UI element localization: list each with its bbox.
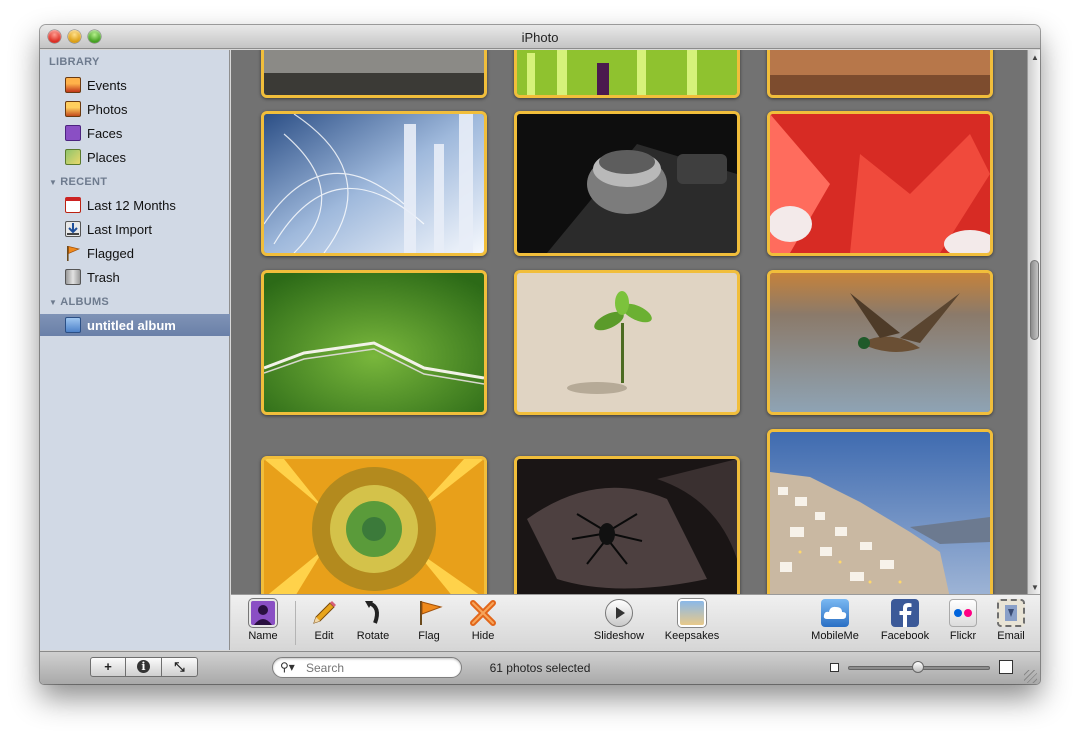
- photo-thumbnail[interactable]: [767, 270, 993, 415]
- photos-icon: [65, 101, 81, 117]
- name-button[interactable]: Name: [243, 599, 283, 649]
- name-icon: [249, 599, 277, 627]
- photo-grid[interactable]: [231, 50, 1027, 594]
- edit-button[interactable]: Edit: [307, 599, 341, 649]
- photo-thumbnail[interactable]: [261, 456, 487, 594]
- calendar-icon: [65, 197, 81, 213]
- photo-thumbnail[interactable]: [261, 270, 487, 415]
- sidebar-item-places[interactable]: Places: [40, 146, 230, 168]
- large-thumbnail-icon[interactable]: [999, 660, 1013, 674]
- disclosure-triangle-icon: ▼: [49, 298, 58, 307]
- vertical-scrollbar[interactable]: ▲ ▼: [1027, 50, 1040, 594]
- photo-thumbnail[interactable]: [514, 111, 740, 256]
- hide-button[interactable]: Hide: [467, 599, 499, 649]
- iphoto-window: iPhoto LIBRARY Events Photos Faces Place…: [40, 25, 1040, 684]
- sidebar-item-label: Trash: [87, 270, 120, 285]
- scroll-up-arrow-icon[interactable]: ▲: [1031, 53, 1039, 62]
- slideshow-button[interactable]: Slideshow: [591, 599, 647, 649]
- bottom-toolbar: Name Edit Rotate Flag Hide Slideshow Kee…: [231, 594, 1040, 650]
- disclosure-triangle-icon: ▼: [49, 178, 58, 187]
- library-section-header[interactable]: LIBRARY: [49, 56, 100, 68]
- keepsakes-icon: [678, 599, 706, 627]
- email-button[interactable]: Email: [993, 599, 1029, 649]
- albums-section-header[interactable]: ▼ ALBUMS: [49, 296, 109, 308]
- photo-thumbnail[interactable]: [514, 50, 740, 98]
- import-icon: [65, 221, 81, 237]
- sidebar-item-faces[interactable]: Faces: [40, 122, 230, 144]
- photo-thumbnail[interactable]: [261, 111, 487, 256]
- pencil-icon: [310, 599, 338, 627]
- album-icon: [65, 317, 81, 333]
- sidebar-item-label: untitled album: [87, 318, 176, 333]
- thumbnail-size-slider-knob[interactable]: [912, 661, 924, 673]
- email-stamp-icon: [997, 599, 1025, 627]
- photo-thumbnail[interactable]: [261, 50, 487, 98]
- status-bar: + i ⤡ ⚲▾ 61 photos selected: [40, 651, 1040, 684]
- sidebar-item-events[interactable]: Events: [40, 74, 230, 96]
- title-bar: iPhoto: [40, 25, 1040, 49]
- hide-x-icon: [469, 599, 497, 627]
- flickr-icon: [949, 599, 977, 627]
- source-list-sidebar: LIBRARY Events Photos Faces Places ▼ RECE…: [40, 50, 230, 650]
- rotate-button[interactable]: Rotate: [351, 599, 395, 649]
- flag-icon: [415, 599, 443, 627]
- sidebar-item-trash[interactable]: Trash: [40, 266, 230, 288]
- events-icon: [65, 77, 81, 93]
- faces-icon: [65, 125, 81, 141]
- sidebar-item-flagged[interactable]: Flagged: [40, 242, 230, 264]
- photo-thumbnail[interactable]: [767, 111, 993, 256]
- keepsakes-button[interactable]: Keepsakes: [661, 599, 723, 649]
- scrollbar-thumb[interactable]: [1030, 260, 1039, 340]
- sidebar-item-label: Last Import: [87, 222, 153, 237]
- sidebar-item-untitled-album[interactable]: untitled album: [40, 314, 230, 336]
- facebook-icon: [891, 599, 919, 627]
- flickr-button[interactable]: Flickr: [945, 599, 981, 649]
- facebook-button[interactable]: Facebook: [875, 599, 935, 649]
- photo-thumbnail[interactable]: [514, 456, 740, 594]
- photo-thumbnail[interactable]: [767, 429, 993, 594]
- sidebar-item-last-12-months[interactable]: Last 12 Months: [40, 194, 230, 216]
- sidebar-item-label: Faces: [87, 126, 123, 141]
- rotate-icon: [359, 599, 387, 627]
- sidebar-item-label: Places: [87, 150, 127, 165]
- flag-button[interactable]: Flag: [411, 599, 447, 649]
- sidebar-item-label: Flagged: [87, 246, 134, 261]
- play-icon: [605, 599, 633, 627]
- sidebar-item-label: Events: [87, 78, 127, 93]
- sidebar-item-label: Last 12 Months: [87, 198, 176, 213]
- photo-thumbnail[interactable]: [767, 50, 993, 98]
- places-icon: [65, 149, 81, 165]
- resize-grip[interactable]: [1024, 670, 1037, 683]
- toolbar-divider: [295, 601, 296, 645]
- photo-thumbnail[interactable]: [514, 270, 740, 415]
- sidebar-item-last-import[interactable]: Last Import: [40, 218, 230, 240]
- trash-icon: [65, 269, 81, 285]
- recent-section-header[interactable]: ▼ RECENT: [49, 176, 107, 188]
- sidebar-item-label: Photos: [87, 102, 128, 117]
- scroll-down-arrow-icon[interactable]: ▼: [1031, 583, 1039, 592]
- flag-icon: [65, 245, 81, 261]
- mobileme-cloud-icon: [821, 599, 849, 627]
- small-thumbnail-icon[interactable]: [830, 663, 839, 672]
- sidebar-item-photos[interactable]: Photos: [40, 98, 230, 120]
- window-title: iPhoto: [521, 30, 559, 45]
- mobileme-button[interactable]: MobileMe: [807, 599, 863, 649]
